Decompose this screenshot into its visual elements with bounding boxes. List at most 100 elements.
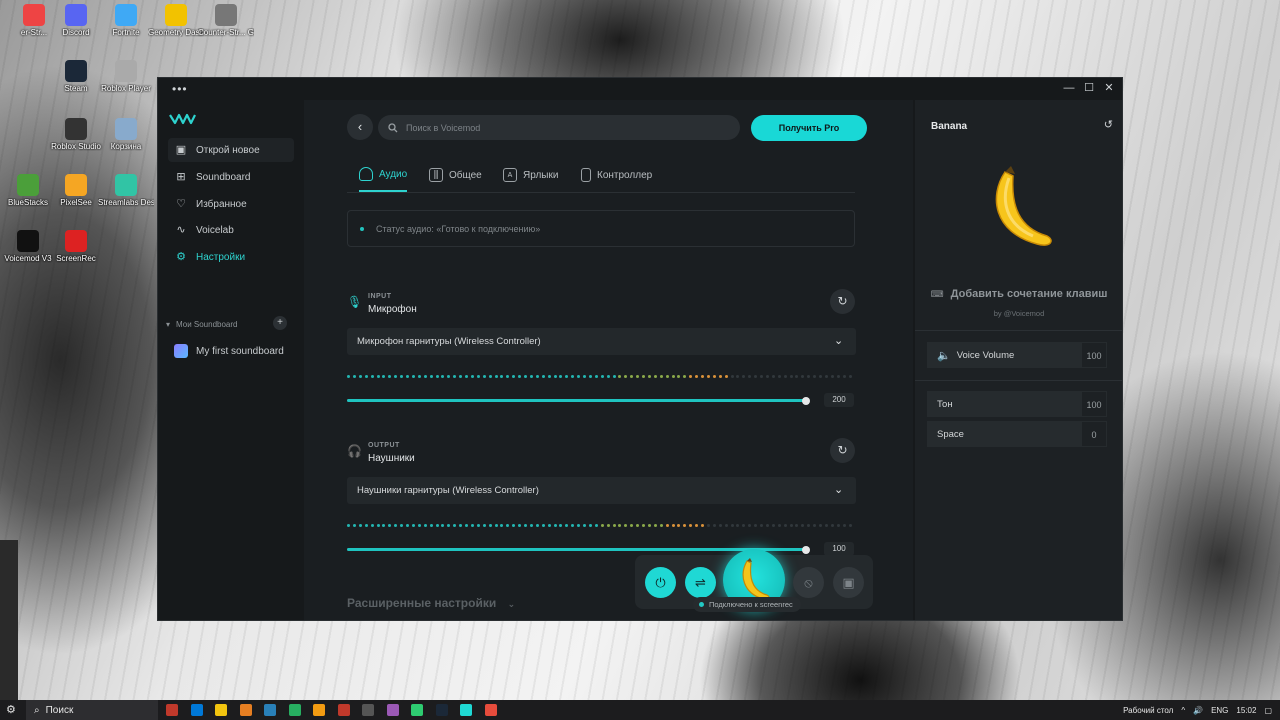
microphone-icon: 🎙	[347, 295, 363, 309]
desktop-icon[interactable]: Fortnite	[98, 4, 154, 37]
meter-dot	[364, 375, 368, 378]
add-hotkey-button[interactable]: ⌨ Добавить сочетание клавиш	[915, 288, 1122, 300]
back-button[interactable]: ‹	[347, 114, 373, 140]
soundboard-item[interactable]: My first soundboard	[174, 344, 284, 358]
voicemod-logo-icon[interactable]	[169, 112, 199, 126]
input-volume-slider[interactable]	[347, 396, 810, 405]
output-reset-button[interactable]: ↻	[830, 438, 855, 463]
taskbar-app-icon[interactable]	[460, 704, 472, 716]
taskbar-app-icon[interactable]	[337, 704, 350, 716]
voice-volume-value[interactable]: 100	[1081, 342, 1107, 368]
meter-dot	[506, 375, 510, 378]
param-row-space[interactable]: Space 0	[927, 421, 1107, 447]
desktop-icon[interactable]: Geometry Dash	[148, 4, 204, 37]
desktop-icon-label: PixelSee	[60, 198, 92, 207]
desktop-icon[interactable]: PixelSee	[48, 174, 104, 207]
meter-dot	[742, 524, 746, 527]
meter-dot	[423, 375, 427, 378]
input-volume-value[interactable]: 200	[824, 393, 854, 407]
tab-shortcuts[interactable]: A Ярлыки	[503, 158, 558, 192]
desktop-icon[interactable]: Корзина	[98, 118, 154, 151]
tab-controller[interactable]: Контроллер	[581, 158, 652, 192]
meter-dot	[618, 375, 622, 378]
app-icon	[65, 174, 87, 196]
param-row-tone[interactable]: Тон 100	[927, 391, 1107, 417]
tab-general[interactable]: ⫼ Общее	[429, 158, 482, 192]
sidebar-item-soundboard[interactable]: ⊞ Soundboard	[168, 165, 294, 189]
voice-detail-panel: Banana ↺ ⌨ Добавить сочетание клавиш by …	[915, 100, 1122, 620]
connection-status-pill: Подключено к screenrec	[693, 597, 801, 612]
advanced-settings-toggle[interactable]: Расширенные настройки ⌄	[347, 596, 515, 610]
taskbar-app-icon[interactable]	[288, 704, 301, 716]
desktop-icon[interactable]: Streamlabs Desktop	[98, 174, 154, 207]
voice-volume-row[interactable]: 🔈 Voice Volume 100	[927, 342, 1107, 368]
desktop-icon[interactable]: Discord	[48, 4, 104, 37]
output-volume-value[interactable]: 100	[824, 542, 854, 556]
background-effects-button[interactable]: ▣	[833, 567, 864, 598]
chevron-up-icon[interactable]: ^	[1181, 706, 1185, 715]
search-icon	[388, 122, 398, 132]
meter-dot	[577, 524, 581, 527]
taskbar-app-icon[interactable]	[215, 704, 227, 716]
meter-dot	[777, 375, 781, 378]
desktop-icon[interactable]: ScreenRec	[48, 230, 104, 263]
meter-dot	[671, 524, 675, 527]
desktop-icon[interactable]: Steam	[48, 60, 104, 93]
windows-start-icon[interactable]: ⚙	[6, 703, 16, 716]
taskbar-app-icon[interactable]	[362, 704, 374, 716]
connection-text: Подключено к screenrec	[709, 600, 793, 609]
taskbar-app-icon[interactable]	[386, 704, 399, 716]
taskbar-search[interactable]: ⌕ Поиск	[26, 700, 158, 720]
tab-audio[interactable]: Аудио	[359, 158, 408, 192]
hotkey-label: Добавить сочетание клавиш	[950, 288, 1108, 300]
language-indicator[interactable]: ENG	[1211, 706, 1228, 715]
app-icon	[65, 118, 87, 140]
search-input[interactable]	[406, 122, 726, 133]
slider-handle[interactable]	[802, 545, 810, 554]
menu-dots-icon[interactable]: •••	[172, 82, 188, 96]
taskbar-app-icon[interactable]	[435, 704, 448, 716]
sidebar-item-discover[interactable]: ▣ Открой новое	[168, 138, 294, 162]
reset-voice-icon[interactable]: ↺	[1104, 118, 1113, 131]
meter-dot	[671, 375, 675, 378]
volume-icon[interactable]: 🔊	[1193, 706, 1203, 715]
meter-dot	[435, 524, 439, 527]
desktop-icon[interactable]: Counter-Str... Global Offe...	[198, 4, 254, 37]
desktop-icon[interactable]: Roblox Studio	[48, 118, 104, 151]
taskbar-app-icon[interactable]	[166, 704, 178, 716]
sidebar-item-favorites[interactable]: ♡ Избранное	[168, 192, 294, 216]
sidebar-item-label: Voicelab	[196, 224, 234, 236]
meter-dot	[382, 524, 386, 527]
clock[interactable]: 15:02	[1236, 706, 1256, 715]
sidebar-item-settings[interactable]: ⚙ Настройки	[168, 245, 294, 269]
close-button[interactable]: ✕	[1102, 81, 1116, 95]
desktop-label[interactable]: Рабочий стол	[1123, 706, 1173, 715]
maximize-button[interactable]: ☐	[1082, 81, 1096, 95]
param-value[interactable]: 100	[1081, 391, 1107, 417]
taskbar-app-icon[interactable]	[264, 704, 276, 716]
taskbar-app-icon[interactable]	[411, 704, 423, 716]
search-bar[interactable]	[378, 115, 740, 140]
sidebar-item-label: Открой новое	[196, 144, 260, 156]
param-value[interactable]: 0	[1081, 421, 1107, 447]
meter-dot	[559, 524, 563, 527]
voice-settings-button[interactable]: ⇌	[685, 567, 716, 598]
output-device-select[interactable]: Наушники гарнитуры (Wireless Controller)…	[347, 477, 856, 504]
notification-icon[interactable]: ▢	[1264, 706, 1272, 715]
slider-handle[interactable]	[802, 396, 810, 405]
input-reset-button[interactable]: ↻	[830, 289, 855, 314]
taskbar-app-icon[interactable]	[313, 704, 325, 716]
get-pro-button[interactable]: Получить Pro	[751, 115, 867, 141]
meter-dot	[636, 524, 640, 527]
taskbar-app-icon[interactable]	[190, 704, 203, 716]
input-device-select[interactable]: Микрофон гарнитуры (Wireless Controller)…	[347, 328, 856, 355]
power-button[interactable]: ⏻	[645, 567, 676, 598]
hear-myself-button[interactable]: ⦸	[793, 567, 824, 598]
sidebar-item-voicelab[interactable]: ∿ Voicelab	[168, 218, 294, 242]
add-soundboard-button[interactable]: +	[273, 316, 287, 330]
taskbar-app-icon[interactable]	[239, 704, 252, 716]
taskbar-app-icon[interactable]	[484, 704, 497, 716]
desktop-icon[interactable]: Roblox Player	[98, 60, 154, 93]
chevron-down-icon[interactable]: ▾	[166, 320, 170, 329]
minimize-button[interactable]: —	[1062, 81, 1076, 95]
